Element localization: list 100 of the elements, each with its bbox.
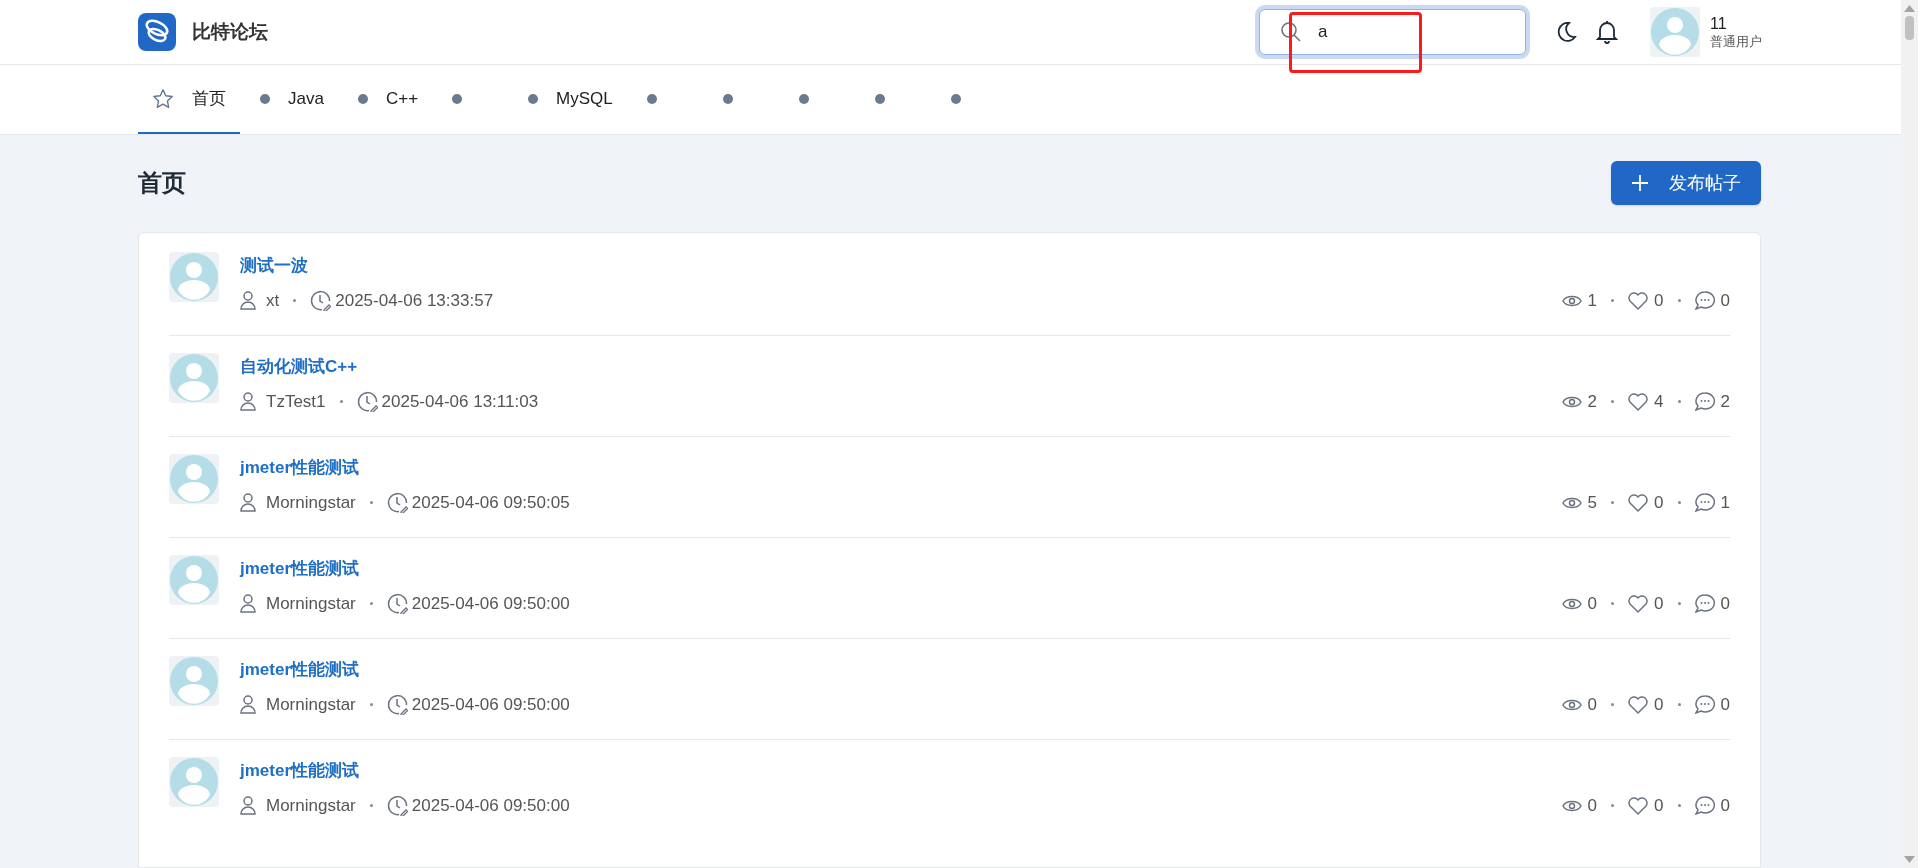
comment-icon [1694,796,1715,816]
heart-icon [1628,493,1649,512]
like-count: 0 [1654,290,1664,312]
clock-icon [386,593,408,615]
post-time: 2025-04-06 13:11:03 [381,391,539,413]
user-avatar[interactable] [1650,7,1700,57]
user-icon [240,493,256,513]
nav-tab[interactable]: Java [246,65,338,134]
dot-icon [260,93,270,104]
logo-icon [138,13,176,51]
avatar[interactable] [169,353,219,403]
separator-dot [1677,400,1681,404]
post-author: Morningstar [266,795,356,817]
plus-icon [1631,174,1649,192]
separator-dot [1677,501,1681,505]
view-count: 2 [1587,391,1598,413]
post-author: Morningstar [266,593,356,615]
separator-dot [369,501,373,505]
scroll-thumb[interactable] [1905,16,1914,40]
user-icon [240,796,256,816]
dot-icon [646,93,657,104]
comment-icon [1694,291,1715,311]
eye-icon [1561,293,1582,308]
view-count: 1 [1587,290,1598,312]
dot-icon [452,93,463,104]
nav-tab[interactable]: MySQL [514,65,627,134]
heart-icon [1628,695,1649,714]
separator-dot [1611,501,1615,505]
scroll-up-icon[interactable] [1904,4,1915,12]
post-author: TzTest1 [266,391,326,413]
page-title: 首页 [138,168,186,198]
separator-dot [1611,299,1615,303]
post-author: Morningstar [266,492,356,514]
new-post-button[interactable]: 发布帖子 [1611,161,1761,205]
search-icon [1280,21,1302,43]
clock-icon [386,492,408,514]
user-icon [240,695,256,715]
post-title[interactable]: 自动化测试C++ [240,355,358,379]
post-title[interactable]: jmeter性能测试 [240,759,360,783]
view-count: 0 [1587,593,1598,615]
comment-icon [1694,493,1715,513]
post-title[interactable]: jmeter性能测试 [240,658,360,682]
like-count: 0 [1654,492,1664,514]
post-author: xt [266,290,280,312]
view-count: 0 [1587,694,1598,716]
comment-count: 0 [1720,593,1730,615]
separator-dot [1677,804,1681,808]
eye-icon [1561,798,1582,813]
like-count: 4 [1654,391,1664,413]
comment-icon [1694,695,1715,715]
dot-icon [798,93,809,104]
clock-icon [386,795,408,817]
avatar[interactable] [169,555,219,605]
nav-tab[interactable]: 首页 [138,65,240,134]
avatar[interactable] [169,454,219,504]
post-title[interactable]: jmeter性能测试 [240,557,360,581]
bell-icon[interactable] [1596,20,1618,44]
heart-icon [1628,796,1649,815]
like-count: 0 [1654,593,1664,615]
post-title[interactable]: jmeter性能测试 [240,456,360,480]
separator-dot [293,299,297,303]
avatar[interactable] [169,656,219,706]
avatar[interactable] [169,757,219,807]
separator-dot [1677,299,1681,303]
comment-count: 2 [1720,391,1730,413]
avatar[interactable] [169,252,219,302]
separator-dot [1611,602,1615,606]
separator-dot [1677,703,1681,707]
like-count: 0 [1654,795,1664,817]
comment-count: 1 [1720,492,1730,514]
post-time: 2025-04-06 09:50:00 [411,795,570,817]
separator-dot [369,602,373,606]
eye-icon [1561,495,1582,510]
dot-icon [357,93,368,104]
site-name[interactable]: 比特论坛 [192,17,268,47]
post-author: Morningstar [266,694,356,716]
dot-icon [528,93,539,104]
nav-tab[interactable]: C++ [343,65,433,134]
user-icon [240,594,256,614]
scrollbar[interactable] [1901,0,1918,868]
clock-icon [310,290,332,312]
post-time: 2025-04-06 09:50:05 [411,492,570,514]
like-count: 0 [1654,694,1664,716]
post-title[interactable]: 测试一波 [240,254,308,278]
dot-icon [722,93,733,104]
comment-count: 0 [1720,694,1730,716]
search-input[interactable]: a [1318,19,1513,45]
heart-icon [1628,291,1649,310]
separator-dot [1611,804,1615,808]
comment-count: 0 [1720,795,1730,817]
eye-icon [1561,697,1582,712]
separator-dot [1611,400,1615,404]
separator-dot [1611,703,1615,707]
separator-dot [1677,602,1681,606]
eye-icon [1561,596,1582,611]
comment-count: 0 [1720,290,1730,312]
view-count: 0 [1587,795,1598,817]
eye-icon [1561,394,1582,409]
post-time: 2025-04-06 09:50:00 [411,694,570,716]
scroll-down-icon[interactable] [1904,856,1915,864]
